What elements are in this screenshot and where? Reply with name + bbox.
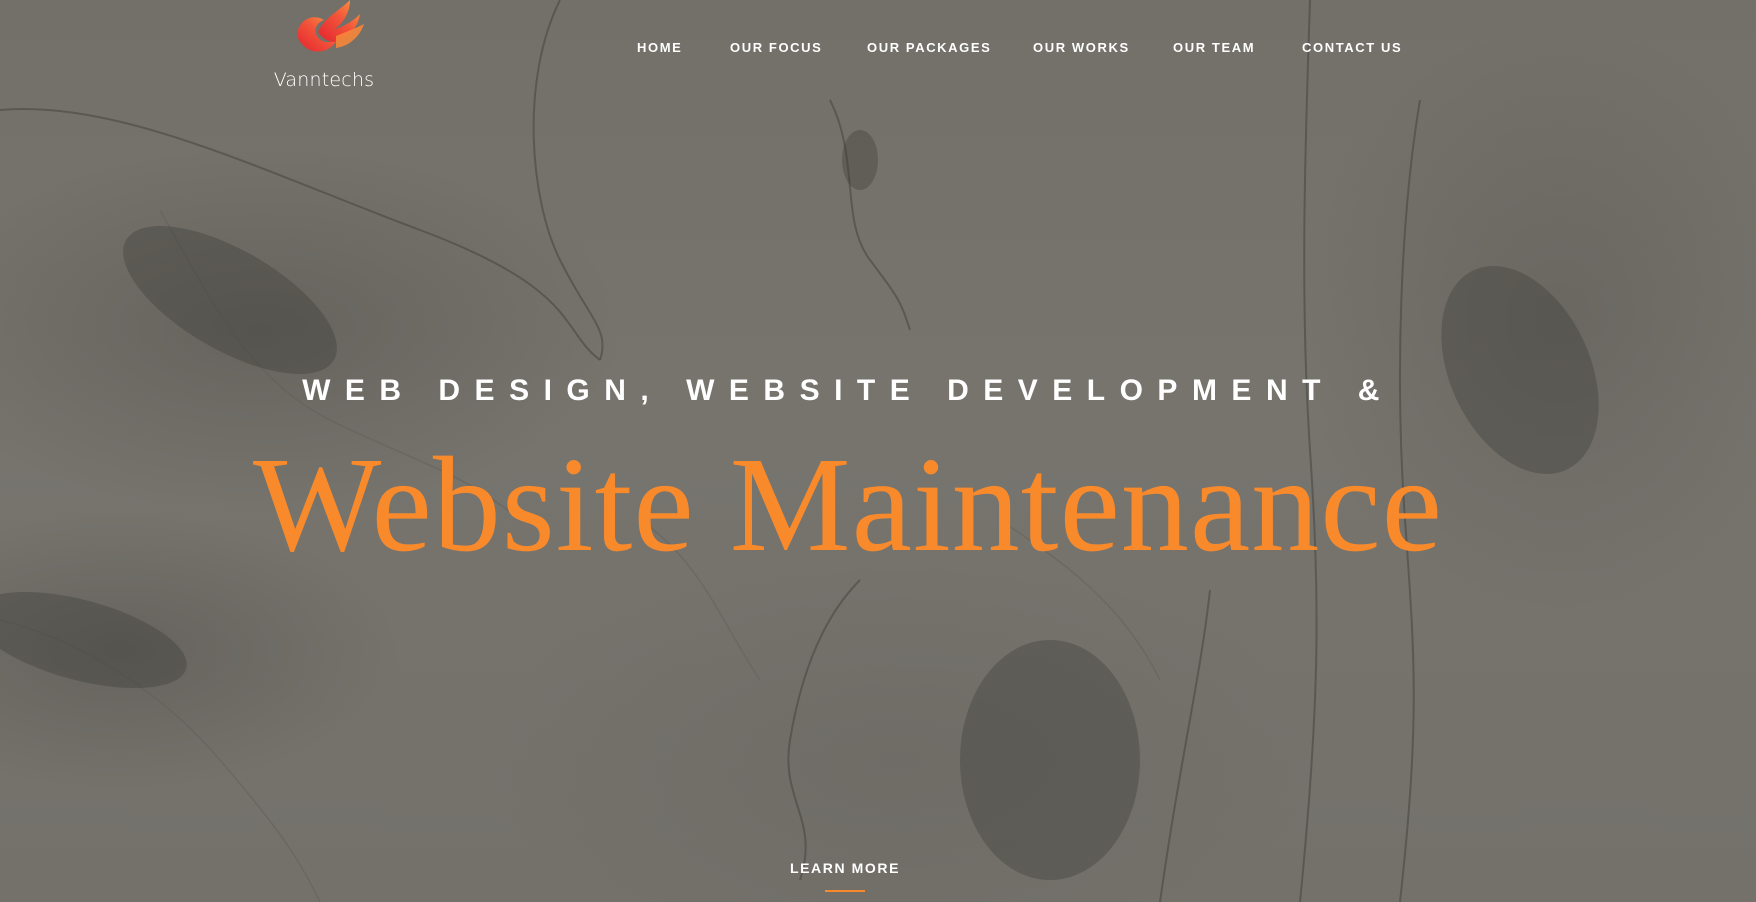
nav-item-our-team[interactable]: OUR TEAM bbox=[1173, 40, 1255, 55]
nav-item-home[interactable]: HOME bbox=[637, 40, 682, 55]
nav-item-our-works[interactable]: OUR WORKS bbox=[1033, 40, 1130, 55]
brand-name: Vanntechs bbox=[273, 69, 375, 91]
learn-more-link[interactable]: LEARN MORE bbox=[0, 860, 1690, 876]
nav-item-contact-us[interactable]: CONTACT US bbox=[1302, 40, 1402, 55]
hero-title: Website Maintenance bbox=[252, 430, 1443, 580]
learn-more-underline bbox=[825, 890, 865, 892]
nav-item-our-packages[interactable]: OUR PACKAGES bbox=[867, 40, 991, 55]
hero-subtitle: WEB DESIGN, WEBSITE DEVELOPMENT & bbox=[302, 374, 1394, 407]
main-nav: HOME OUR FOCUS OUR PACKAGES OUR WORKS OU… bbox=[0, 40, 1756, 58]
nav-item-our-focus[interactable]: OUR FOCUS bbox=[730, 40, 822, 55]
